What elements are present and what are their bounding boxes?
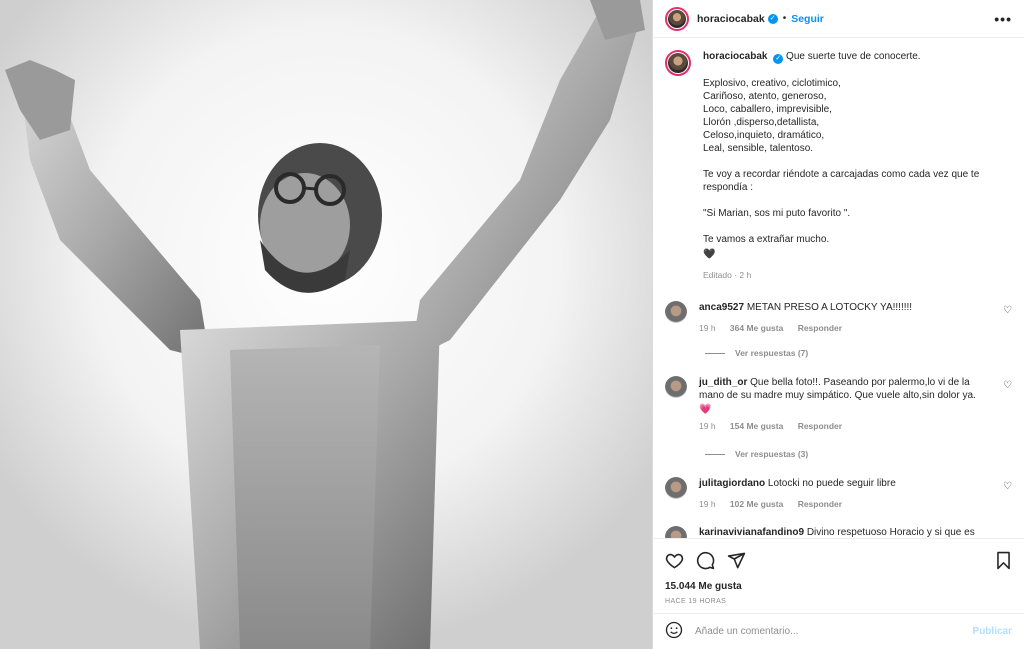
- caption: horaciocabak ✓ Que suerte tuve de conoce…: [665, 50, 1012, 282]
- caption-goodbye: Te vamos a extrañar mucho.: [703, 234, 830, 245]
- verified-badge-icon: ✓: [767, 13, 778, 24]
- caption-username[interactable]: horaciocabak: [703, 51, 767, 62]
- caption-avatar[interactable]: [665, 50, 691, 76]
- commenter-avatar[interactable]: [665, 477, 687, 499]
- post-side-panel: horaciocabak ✓ • Seguir ••• horaciocabak…: [652, 0, 1024, 649]
- caption-line: Llorón ,disperso,detallista,: [703, 117, 820, 128]
- comment-likes[interactable]: 154 Me gusta: [730, 421, 783, 431]
- caption-heart-emoji: 🖤: [703, 249, 716, 260]
- verified-badge-icon: ✓: [773, 54, 784, 64]
- author-avatar[interactable]: [665, 6, 689, 31]
- like-comment-heart-icon[interactable]: ♡: [1003, 380, 1012, 391]
- replies-line: [705, 352, 725, 354]
- post-header: horaciocabak ✓ • Seguir •••: [653, 0, 1024, 38]
- view-replies-label: Ver respuestas (3): [735, 449, 809, 459]
- comment-time[interactable]: 19 h: [699, 499, 716, 509]
- caption-line: Cariñoso, atento, generoso,: [703, 91, 827, 102]
- view-replies-label: Ver respuestas (7): [735, 348, 809, 358]
- caption-line: Explosivo, creativo, ciclotimico,: [703, 78, 841, 89]
- caption-lines: Explosivo, creativo, ciclotimico, Cariño…: [703, 77, 979, 155]
- caption-line: respondía :: [703, 182, 754, 193]
- comment-text: Divino respetuoso Horacio y si que es: [806, 527, 975, 538]
- comment-time[interactable]: 19 h: [699, 421, 716, 431]
- replies-line: [705, 453, 725, 455]
- follow-button[interactable]: Seguir: [791, 13, 824, 25]
- view-replies-button[interactable]: Ver respuestas (7): [705, 348, 808, 358]
- like-comment-heart-icon[interactable]: ♡: [1003, 305, 1012, 316]
- publish-button[interactable]: Publicar: [973, 626, 1012, 637]
- comment: karinavivianafandino9 Divino respetuoso …: [665, 526, 1012, 538]
- comment: anca9527 METAN PRESO A LOTOCKY YA!!!!!!!…: [665, 301, 1012, 335]
- comment-text: METAN PRESO A LOTOCKY YA!!!!!!!: [746, 302, 913, 313]
- commenter-username[interactable]: karinavivianafandino9: [699, 527, 804, 538]
- comments-area[interactable]: horaciocabak ✓ Que suerte tuve de conoce…: [653, 38, 1024, 538]
- reply-button[interactable]: Responder: [798, 499, 842, 509]
- commenter-username[interactable]: anca9527: [699, 302, 744, 313]
- commenter-avatar[interactable]: [665, 526, 687, 538]
- comment-input[interactable]: [695, 626, 973, 637]
- save-bookmark-icon[interactable]: [995, 551, 1012, 570]
- emoji-smiley-icon[interactable]: [665, 621, 683, 642]
- comment: ju_dith_or Que bella foto!!. Paseando po…: [665, 376, 1012, 433]
- post-actions: 15.044 Me gusta HACE 19 HORAS: [653, 538, 1024, 613]
- like-comment-heart-icon[interactable]: ♡: [1003, 481, 1012, 492]
- comment-time[interactable]: 19 h: [699, 323, 716, 333]
- commenter-avatar[interactable]: [665, 376, 687, 398]
- caption-quote: "Si Marian, sos mi puto favorito ".: [703, 208, 851, 219]
- reply-button[interactable]: Responder: [798, 421, 842, 431]
- view-replies-button[interactable]: Ver respuestas (3): [705, 449, 808, 459]
- commenter-username[interactable]: ju_dith_or: [699, 377, 747, 388]
- caption-line: Leal, sensible, talentoso.: [703, 143, 814, 154]
- comment-likes[interactable]: 364 Me gusta: [730, 323, 783, 333]
- comment-likes[interactable]: 102 Me gusta: [730, 499, 783, 509]
- more-options-icon[interactable]: •••: [994, 11, 1012, 27]
- caption-meta: Editado · 2 h: [703, 270, 752, 280]
- reply-button[interactable]: Responder: [798, 323, 842, 333]
- post-photo: [0, 0, 652, 649]
- like-heart-icon[interactable]: [665, 551, 684, 570]
- share-paper-plane-icon[interactable]: [727, 551, 746, 570]
- post-time[interactable]: HACE 19 HORAS: [665, 598, 1012, 605]
- caption-first-line: Que suerte tuve de conocerte.: [786, 51, 921, 62]
- caption-line: Celoso,inquieto, dramático,: [703, 130, 825, 141]
- comment-bubble-icon[interactable]: [696, 551, 715, 570]
- comment-emoji: 💗: [699, 404, 712, 415]
- comment-composer: Publicar: [653, 613, 1024, 649]
- comment: julitagiordano Lotocki no puede seguir l…: [665, 477, 1012, 511]
- separator-dot: •: [782, 13, 787, 24]
- caption-line: Te voy a recordar riéndote a carcajadas …: [703, 169, 980, 180]
- caption-text: horaciocabak ✓ Que suerte tuve de conoce…: [703, 50, 979, 282]
- caption-line: Loco, caballero, imprevisible,: [703, 104, 832, 115]
- commenter-username[interactable]: julitagiordano: [699, 478, 765, 489]
- author-username[interactable]: horaciocabak: [697, 13, 765, 25]
- commenter-avatar[interactable]: [665, 301, 687, 323]
- likes-count[interactable]: 15.044 Me gusta: [665, 581, 1012, 592]
- caption-paragraph: Te voy a recordar riéndote a carcajadas …: [703, 168, 979, 194]
- comment-text: Lotocki no puede seguir libre: [767, 478, 896, 489]
